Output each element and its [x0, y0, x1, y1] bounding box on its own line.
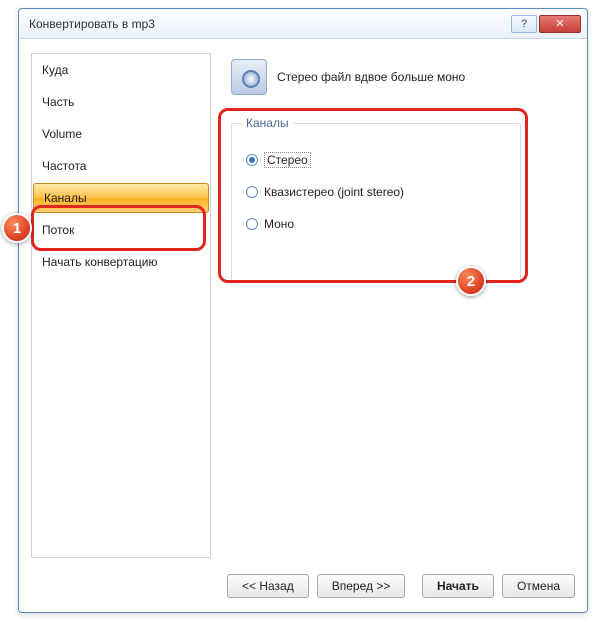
cancel-button[interactable]: Отмена	[502, 574, 575, 598]
main-panel: Стерео файл вдвое больше моно Каналы Сте…	[221, 53, 575, 558]
window-title: Конвертировать в mp3	[29, 17, 509, 31]
sidebar-item-volume[interactable]: Volume	[32, 118, 210, 150]
back-button[interactable]: << Назад	[227, 574, 309, 598]
radio-stereo[interactable]: Стерео	[246, 144, 506, 176]
sidebar-item-channels[interactable]: Каналы	[33, 183, 209, 213]
start-button[interactable]: Начать	[422, 574, 494, 598]
sidebar-item-start-conversion[interactable]: Начать конвертацию	[32, 246, 210, 278]
groupbox-legend: Каналы	[242, 116, 293, 130]
radio-joint-stereo[interactable]: Квазистерео (joint stereo)	[246, 176, 506, 208]
titlebar: Конвертировать в mp3 ? ✕	[19, 9, 587, 39]
sidebar-item-frequency[interactable]: Частота	[32, 150, 210, 182]
sidebar-item-stream[interactable]: Поток	[32, 214, 210, 246]
radio-icon	[246, 186, 258, 198]
annotation-marker-1: 1	[2, 213, 32, 243]
client-area: Куда Часть Volume Частота Каналы Поток Н…	[25, 45, 581, 564]
help-button[interactable]: ?	[511, 15, 537, 33]
radio-label: Моно	[264, 217, 294, 231]
sidebar: Куда Часть Volume Частота Каналы Поток Н…	[31, 53, 211, 558]
sidebar-item-part[interactable]: Часть	[32, 86, 210, 118]
annotation-marker-2: 2	[456, 266, 486, 296]
radio-icon	[246, 154, 258, 166]
radio-label: Стерео	[264, 152, 311, 168]
radio-mono[interactable]: Моно	[246, 208, 506, 240]
radio-icon	[246, 218, 258, 230]
radio-label: Квазистерео (joint stereo)	[264, 185, 404, 199]
channels-groupbox: Каналы Стерео Квазистерео (joint stereo)…	[231, 123, 521, 283]
dialog-window: Конвертировать в mp3 ? ✕ Куда Часть Volu…	[18, 8, 588, 613]
forward-button[interactable]: Вперед >>	[317, 574, 406, 598]
close-button[interactable]: ✕	[539, 15, 581, 33]
button-bar: << Назад Вперед >> Начать Отмена	[25, 570, 581, 602]
audio-file-icon	[231, 59, 267, 95]
sidebar-item-destination[interactable]: Куда	[32, 54, 210, 86]
header-row: Стерео файл вдвое больше моно	[221, 53, 575, 101]
description-text: Стерео файл вдвое больше моно	[277, 70, 465, 84]
